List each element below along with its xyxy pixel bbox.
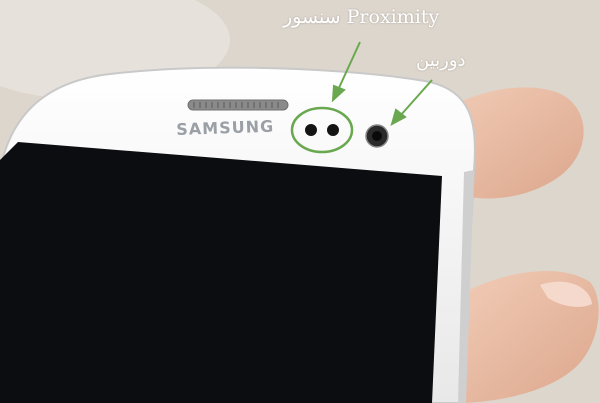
camera-label: دوربین bbox=[416, 50, 466, 71]
front-camera-lens bbox=[372, 131, 382, 141]
proximity-sensor-right bbox=[327, 124, 339, 136]
earpiece-grill bbox=[187, 99, 289, 111]
phone-photo bbox=[0, 0, 600, 403]
proximity-sensor-left bbox=[305, 124, 317, 136]
samsung-logo: SAMSUNG bbox=[176, 116, 275, 139]
proximity-sensor-label: سنسور Proximity bbox=[283, 6, 440, 28]
photo-scene: SAMSUNG سنسور Proximity دوربین bbox=[0, 0, 600, 403]
phone-screen bbox=[0, 142, 442, 403]
